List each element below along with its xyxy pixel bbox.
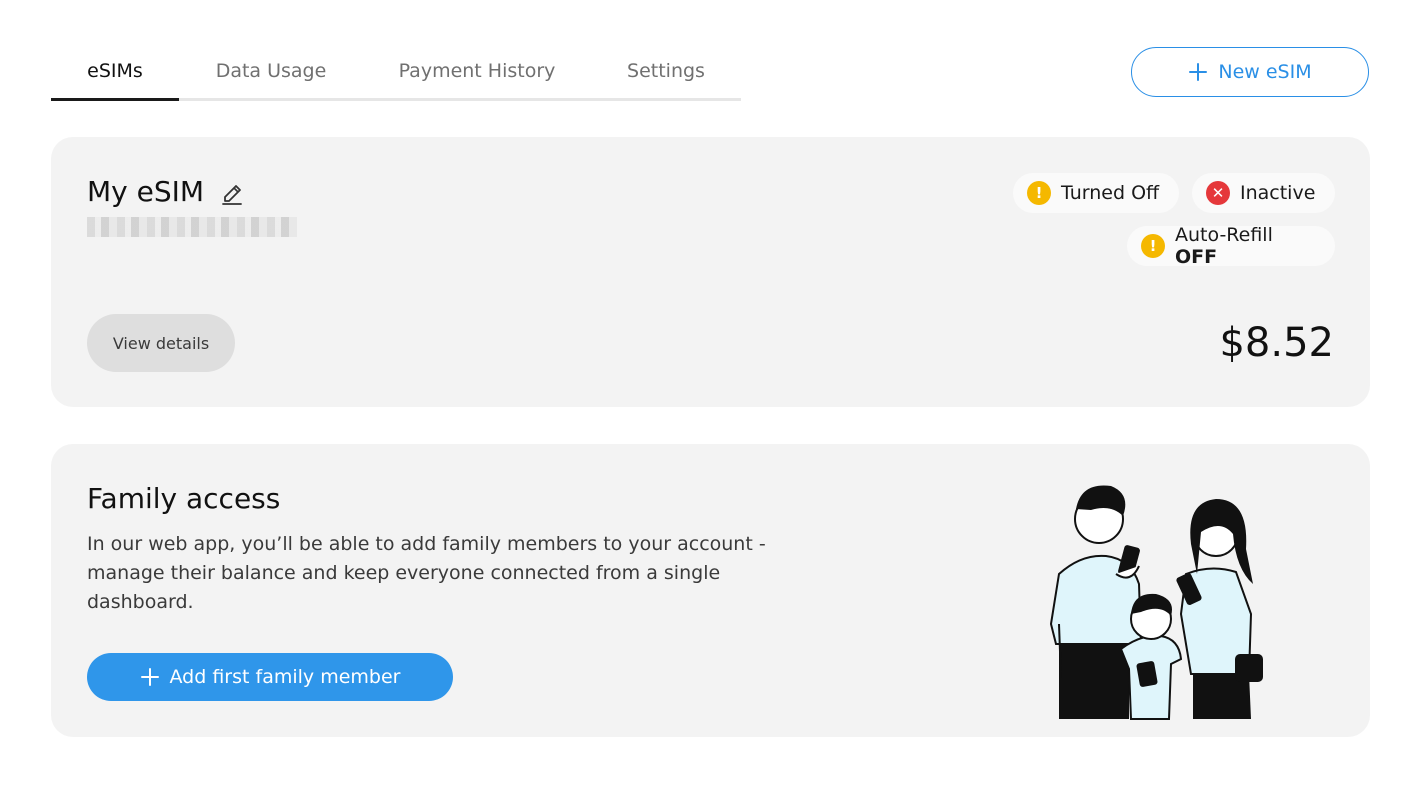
warning-icon: ! (1141, 234, 1165, 258)
tab-data-usage[interactable]: Data Usage (199, 45, 343, 98)
auto-refill-text: Auto-Refill OFF (1175, 224, 1321, 268)
auto-refill-value: OFF (1174, 246, 1218, 268)
tab-bar: eSIMs Data Usage Payment History Setting… (51, 45, 741, 101)
pencil-icon[interactable] (219, 179, 245, 205)
esim-name: My eSIM (87, 175, 205, 208)
plus-icon (1189, 63, 1208, 81)
auto-refill-label: Auto-Refill (1174, 224, 1273, 246)
tab-payment-history[interactable]: Payment History (381, 45, 573, 98)
active-tab-indicator (51, 98, 179, 101)
father-figure (1049, 485, 1143, 719)
view-details-button[interactable]: View details (87, 314, 235, 372)
esim-number-redacted (87, 217, 297, 237)
tab-esims[interactable]: eSIMs (51, 45, 179, 98)
error-icon: ✕ (1206, 181, 1230, 205)
mother-figure (1176, 499, 1263, 719)
status-turned-off-label: Turned Off (1061, 182, 1160, 204)
status-badge-turned-off: ! Turned Off (1013, 173, 1179, 213)
esim-balance: $8.52 (1219, 320, 1334, 366)
tab-settings[interactable]: Settings (617, 45, 715, 98)
status-badge-inactive: ✕ Inactive (1192, 173, 1335, 213)
new-esim-label: New eSIM (1218, 61, 1312, 83)
add-family-member-label: Add first family member (169, 666, 401, 688)
status-inactive-label: Inactive (1240, 182, 1316, 204)
esim-card: My eSIM ! Turned Off ✕ Inactive ! Auto-R… (51, 137, 1370, 407)
family-access-description: In our web app, you’ll be able to add fa… (87, 533, 766, 613)
warning-icon: ! (1027, 181, 1051, 205)
family-access-card: Family access In our web app, you’ll be … (51, 444, 1370, 737)
new-esim-button[interactable]: New eSIM (1131, 47, 1369, 97)
plus-icon (140, 668, 159, 686)
add-family-member-button[interactable]: Add first family member (87, 653, 453, 701)
family-illustration (1049, 485, 1263, 720)
family-access-title: Family access (87, 482, 281, 515)
status-badge-auto-refill: ! Auto-Refill OFF (1127, 224, 1335, 268)
